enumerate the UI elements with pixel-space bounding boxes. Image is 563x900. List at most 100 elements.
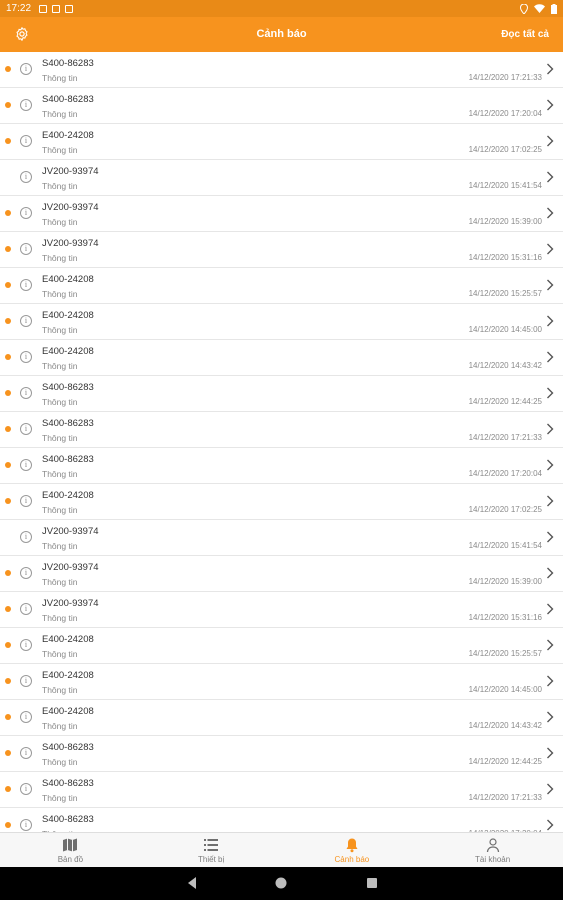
- alert-type: Thông tin: [42, 325, 78, 335]
- alert-type: Thông tin: [42, 433, 78, 443]
- alert-timestamp: 14/12/2020 14:43:42: [468, 361, 542, 370]
- notification-icon: [65, 4, 74, 13]
- info-icon: i: [20, 279, 32, 291]
- map-icon: [62, 837, 78, 853]
- info-icon: i: [20, 567, 32, 579]
- chevron-right-icon: [543, 350, 557, 364]
- alert-device-name: JV200-93974: [42, 238, 99, 249]
- unread-dot: [5, 786, 11, 792]
- info-icon: i: [20, 387, 32, 399]
- alert-timestamp: 14/12/2020 15:25:57: [468, 289, 542, 298]
- list-icon: [203, 837, 219, 853]
- alert-row[interactable]: i E400-24208 Thông tin 14/12/2020 14:43:42: [0, 340, 563, 376]
- info-icon: i: [20, 459, 32, 471]
- chevron-right-icon: [543, 782, 557, 796]
- person-icon: [485, 837, 501, 853]
- tab-person[interactable]: Tài khoản: [422, 833, 563, 867]
- chevron-right-icon: [543, 242, 557, 256]
- back-icon[interactable]: [185, 876, 199, 890]
- alert-timestamp: 14/12/2020 17:02:25: [468, 505, 542, 514]
- alert-list[interactable]: i S400-86283 Thông tin 14/12/2020 17:21:33 i…: [0, 52, 563, 832]
- unread-dot: [5, 498, 11, 504]
- chevron-right-icon: [543, 134, 557, 148]
- alert-row[interactable]: i S400-86283 Thông tin 14/12/2020 17:21:33: [0, 412, 563, 448]
- alert-type: Thông tin: [42, 217, 78, 227]
- read-all-button[interactable]: Đọc tất cả: [501, 17, 549, 52]
- notification-icon: [39, 4, 48, 13]
- alert-row[interactable]: i JV200-93974 Thông tin 14/12/2020 15:41:54: [0, 520, 563, 556]
- alert-timestamp: 14/12/2020 12:44:25: [468, 757, 542, 766]
- alert-type: Thông tin: [42, 649, 78, 659]
- unread-dot: [5, 102, 11, 108]
- alert-row[interactable]: i E400-24208 Thông tin 14/12/2020 14:45:00: [0, 664, 563, 700]
- alert-device-name: S400-86283: [42, 58, 94, 69]
- info-icon: i: [20, 531, 32, 543]
- chevron-right-icon: [543, 206, 557, 220]
- unread-dot: [5, 570, 11, 576]
- alert-timestamp: 14/12/2020 15:39:00: [468, 217, 542, 226]
- notification-icons: [39, 4, 74, 13]
- info-icon: i: [20, 423, 32, 435]
- info-icon: i: [20, 495, 32, 507]
- chevron-right-icon: [543, 602, 557, 616]
- info-icon: i: [20, 99, 32, 111]
- alert-row[interactable]: i JV200-93974 Thông tin 14/12/2020 15:31:16: [0, 232, 563, 268]
- alert-device-name: JV200-93974: [42, 202, 99, 213]
- alert-timestamp: 14/12/2020 12:44:25: [468, 397, 542, 406]
- info-icon: i: [20, 243, 32, 255]
- alert-type: Thông tin: [42, 757, 78, 767]
- chevron-right-icon: [543, 710, 557, 724]
- alert-row[interactable]: iS400-86283Thông tin14/12/2020 17:20:04: [0, 88, 563, 124]
- alert-timestamp: 14/12/2020 17:20:04: [468, 469, 542, 478]
- tab-label: Cảnh báo: [334, 855, 370, 864]
- chevron-right-icon: [543, 422, 557, 436]
- alert-timestamp: 14/12/2020 14:45:00: [468, 325, 542, 334]
- tab-list[interactable]: Thiết bị: [141, 833, 282, 867]
- alert-type: Thông tin: [42, 685, 78, 695]
- alert-row[interactable]: i E400-24208 Thông tin 14/12/2020 14:43:42: [0, 700, 563, 736]
- alert-device-name: JV200-93974: [42, 598, 99, 609]
- alert-row[interactable]: i E400-24208 Thông tin 14/12/2020 15:25:57: [0, 268, 563, 304]
- app-bar: Cảnh báo Đọc tất cả: [0, 17, 563, 52]
- page-title: Cảnh báo: [256, 28, 307, 40]
- unread-dot: [5, 282, 11, 288]
- alert-row[interactable]: i E400-24208 Thông tin 14/12/2020 17:02:25: [0, 484, 563, 520]
- info-icon: i: [20, 639, 32, 651]
- alert-type: Thông tin: [42, 109, 78, 119]
- alert-row[interactable]: i JV200-93974 Thông tin 14/12/2020 15:39:00: [0, 196, 563, 232]
- alert-row[interactable]: i S400-86283 Thông tin 14/12/2020 17:21:33: [0, 52, 563, 88]
- alert-row[interactable]: i E400-24208 Thông tin 14/12/2020 17:02:25: [0, 124, 563, 160]
- alert-row[interactable]: i JV200-93974 Thông tin 14/12/2020 15:39:00: [0, 556, 563, 592]
- tab-label: Thiết bị: [198, 855, 225, 864]
- recents-icon[interactable]: [365, 876, 379, 890]
- unread-dot: [5, 66, 11, 72]
- alert-row[interactable]: iS400-86283Thông tin14/12/2020 17:20:04: [0, 808, 563, 832]
- alert-type: Thông tin: [42, 73, 78, 83]
- unread-dot: [5, 246, 11, 252]
- alert-row[interactable]: i JV200-93974 Thông tin 14/12/2020 15:31:16: [0, 592, 563, 628]
- alert-row[interactable]: i S400-86283 Thông tin 14/12/2020 12:44:25: [0, 376, 563, 412]
- tab-map[interactable]: Bản đồ: [0, 833, 141, 867]
- alert-device-name: E400-24208: [42, 634, 94, 645]
- unread-dot: [5, 138, 11, 144]
- alert-row[interactable]: i JV200-93974 Thông tin 14/12/2020 15:41:54: [0, 160, 563, 196]
- alert-type: Thông tin: [42, 793, 78, 803]
- alert-row[interactable]: i E400-24208 Thông tin 14/12/2020 14:45:00: [0, 304, 563, 340]
- alert-device-name: S400-86283: [42, 778, 94, 789]
- chevron-right-icon: [543, 386, 557, 400]
- home-icon[interactable]: [274, 876, 288, 890]
- system-nav-bar: [0, 867, 563, 900]
- alert-row[interactable]: iS400-86283Thông tin14/12/2020 17:20:04: [0, 448, 563, 484]
- bell-icon: [344, 837, 360, 853]
- chevron-right-icon: [543, 62, 557, 76]
- tab-bell[interactable]: Cảnh báo: [282, 833, 423, 867]
- alert-timestamp: 14/12/2020 17:21:33: [468, 433, 542, 442]
- chevron-right-icon: [543, 458, 557, 472]
- unread-dot: [5, 318, 11, 324]
- alert-row[interactable]: i S400-86283 Thông tin 14/12/2020 12:44:25: [0, 736, 563, 772]
- alert-type: Thông tin: [42, 541, 78, 551]
- alert-device-name: JV200-93974: [42, 526, 99, 537]
- alert-row[interactable]: i S400-86283 Thông tin 14/12/2020 17:21:33: [0, 772, 563, 808]
- alert-row[interactable]: i E400-24208 Thông tin 14/12/2020 15:25:57: [0, 628, 563, 664]
- alert-device-name: E400-24208: [42, 310, 94, 321]
